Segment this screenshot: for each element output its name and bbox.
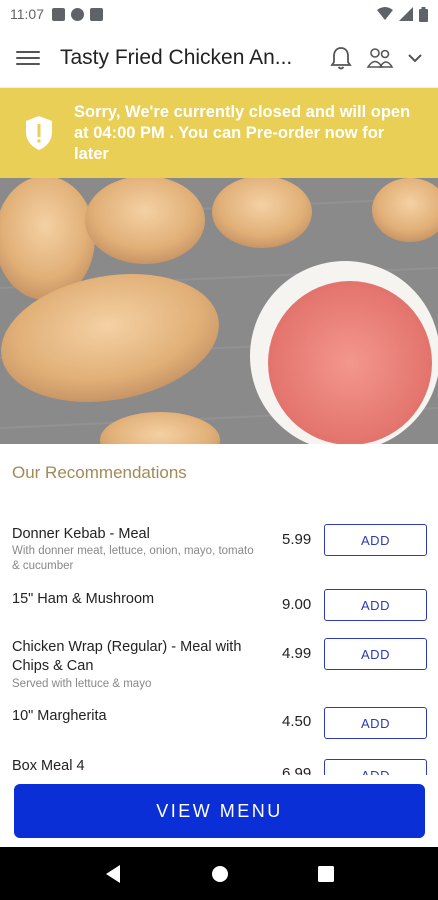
status-time: 11:07 [10,6,44,22]
add-button[interactable]: ADD [324,707,427,739]
add-button[interactable]: ADD [324,524,427,556]
list-item: Donner Kebab - Meal With donner meat, le… [0,520,438,588]
notification-icon [71,7,84,21]
item-price: 4.50 [282,713,312,730]
home-icon[interactable] [211,865,229,883]
item-name: Chicken Wrap (Regular) - Meal with Chips… [12,639,242,674]
status-bar: 11:07 [0,0,438,28]
item-price: 5.99 [282,531,312,548]
recommendation-list: Donner Kebab - Meal With donner meat, le… [0,520,438,775]
chevron-down-icon[interactable] [408,53,422,63]
wifi-icon [377,7,393,20]
menu-icon[interactable] [16,46,40,70]
item-price: 4.99 [282,645,312,662]
recents-icon[interactable] [317,865,334,882]
sd-card-icon [90,7,103,21]
battery-icon [419,6,428,22]
list-item: 15" Ham & Mushroom 9.00 ADD [0,588,438,638]
add-button[interactable]: ADD [324,638,427,670]
hero-image [0,178,438,444]
add-button[interactable]: ADD [324,759,427,775]
item-description: Served with lettuce & mayo [12,678,152,690]
item-description: With donner meat, lettuce, onion, mayo, … [12,545,254,572]
item-name: 10" Margherita [12,708,107,724]
page-title: Tasty Fried Chicken An... [60,45,293,69]
signal-icon [399,7,413,21]
system-nav-bar [0,847,438,900]
notification-icon [52,7,65,21]
list-item: Box Meal 4 6.99 ADD [0,756,438,775]
bell-icon[interactable] [330,46,352,70]
item-name: Donner Kebab - Meal [12,526,150,542]
item-price: 9.00 [282,596,312,613]
list-item: 10" Margherita 4.50 ADD [0,706,438,756]
app-bar: Tasty Fried Chicken An... [0,28,438,88]
section-title: Our Recommendations [12,463,187,482]
back-icon[interactable] [104,864,122,884]
shield-alert-icon [26,116,52,150]
add-button[interactable]: ADD [324,589,427,621]
people-icon[interactable] [366,47,394,69]
view-menu-button[interactable]: VIEW MENU [14,784,425,838]
item-name: Box Meal 4 [12,758,85,774]
item-name: 15" Ham & Mushroom [12,591,155,607]
item-price: 6.99 [282,765,312,775]
banner-message: Sorry, We're currently closed and will o… [74,102,411,163]
closed-banner: Sorry, We're currently closed and will o… [0,88,438,178]
list-item: Chicken Wrap (Regular) - Meal with Chips… [0,638,438,706]
